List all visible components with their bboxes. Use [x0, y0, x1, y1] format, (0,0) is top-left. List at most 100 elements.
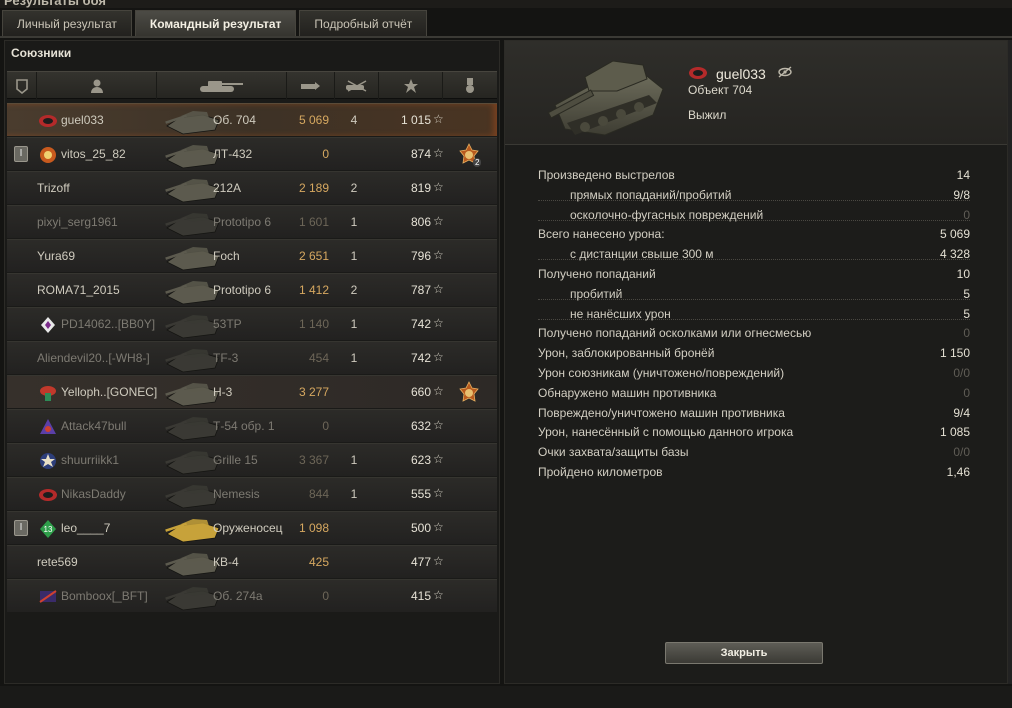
stat-value: 0: [963, 326, 970, 341]
stat-value: 5: [963, 286, 970, 301]
player-name: Aliendevil20..[-WH8-]: [37, 351, 150, 365]
stat-value: 1 150: [939, 346, 970, 361]
damage-value: 425: [308, 555, 329, 569]
vehicle-name: Оруженосец: [213, 521, 283, 535]
vehicle-name: КВ-4: [213, 555, 239, 569]
damage-value: 1 601: [298, 215, 329, 229]
player-row[interactable]: Bomboox[_BFT] Об. 274а 0 415 ☆: [7, 579, 497, 612]
vehicle-column-header[interactable]: [157, 72, 287, 99]
xp-star-icon: ☆: [433, 146, 444, 160]
player-name: ROMA71_2015: [37, 283, 120, 297]
player-row[interactable]: PD14062..[BB0Y] 53TP 1 140 1 742 ☆: [7, 307, 497, 340]
clan-emblem-icon: 13: [40, 520, 56, 538]
player-name: NikasDaddy: [61, 487, 126, 501]
stat-row: Пройдено километров 1,46: [538, 463, 970, 483]
stat-value: 4 328: [939, 247, 970, 262]
player-name: vitos_25_82: [61, 147, 126, 161]
xp-value: 796: [410, 249, 431, 263]
vehicle-name: ЛТ-432: [213, 147, 253, 161]
stat-row: Получено попаданий осколками или огнесме…: [538, 324, 970, 344]
vehicle-name: Prototipo 6: [213, 215, 272, 229]
stat-label: с дистанции свыше 300 м: [570, 247, 714, 262]
stat-row: с дистанции свыше 300 м 4 328: [538, 245, 970, 265]
xp-value: 806: [410, 215, 431, 229]
damage-value: 0: [322, 147, 329, 161]
player-row[interactable]: Trizoff 212А 2 189 2 819 ☆: [7, 171, 497, 204]
stat-row: прямых попаданий/пробитий 9/8: [538, 186, 970, 206]
stat-row: Урон, нанесённый с помощью данного игрок…: [538, 423, 970, 443]
window-title: Результаты боя: [4, 0, 106, 8]
vehicle-name: 53TP: [213, 317, 242, 331]
player-row[interactable]: shuurriikk1 Grille 15 3 367 1 623 ☆: [7, 443, 497, 476]
player-name: Trizoff: [37, 181, 70, 195]
tab-personal-result[interactable]: Личный результат: [2, 10, 132, 36]
player-row[interactable]: ROMA71_2015 Prototipo 6 1 412 2 787 ☆: [7, 273, 497, 306]
tab-team-result[interactable]: Командный результат: [134, 10, 297, 36]
squad-column-header[interactable]: [7, 72, 37, 99]
player-row[interactable]: pixyi_serg1961 Prototipo 6 1 601 1 806 ☆: [7, 205, 497, 238]
player-row[interactable]: NikasDaddy Nemesis 844 1 555 ☆: [7, 477, 497, 510]
player-name: Yelloph..[GONEC]: [61, 385, 158, 399]
clan-emblem-icon: [41, 317, 55, 333]
player-row[interactable]: guel033 Об. 704 5 069 4 1 015 ☆: [7, 103, 497, 136]
hidden-eye-icon[interactable]: [777, 66, 793, 78]
vehicle-image: [547, 60, 664, 136]
damage-value: 2 189: [298, 181, 329, 195]
xp-column-header[interactable]: ▼: [379, 70, 765, 99]
stat-label: прямых попаданий/пробитий: [570, 187, 732, 202]
medal-icon: [466, 77, 474, 93]
damage-value: 454: [308, 351, 329, 365]
squad-badge-icon: I: [14, 146, 28, 162]
xp-value: 660: [410, 385, 431, 399]
player-row[interactable]: Ivitos_25_82 ЛТ-432 0 874 ☆ 2: [7, 137, 497, 170]
kills-column-header[interactable]: [335, 72, 379, 99]
medal-icon[interactable]: [457, 381, 481, 405]
detail-header: guel033 Объект 704 Выжил: [505, 41, 1007, 145]
stat-value: 9/4: [953, 405, 970, 420]
player-name: Yura69: [37, 249, 76, 263]
xp-value: 555: [410, 487, 431, 501]
xp-star-icon: ☆: [433, 520, 444, 534]
stat-row: не нанёсших урон 5: [538, 305, 970, 325]
damage-value: 5 069: [298, 113, 329, 127]
clan-emblem-icon: [39, 590, 57, 603]
tank-icon: [199, 80, 243, 92]
player-name: Bomboox[_BFT]: [61, 589, 148, 603]
player-column-header[interactable]: [37, 72, 157, 99]
medal-column-header[interactable]: [443, 72, 497, 99]
xp-star-icon: ☆: [433, 112, 444, 126]
clan-emblem-icon: [39, 489, 57, 501]
damage-icon: [300, 81, 320, 90]
player-row[interactable]: rete569 КВ-4 425 477 ☆: [7, 545, 497, 578]
clan-emblem-icon: [39, 115, 57, 127]
xp-star-icon: ☆: [433, 384, 444, 398]
stat-label: Урон, нанесённый с помощью данного игрок…: [538, 425, 794, 440]
stat-value: 0: [963, 207, 970, 222]
player-row[interactable]: Yura69 Foch 2 651 1 796 ☆: [7, 239, 497, 272]
stat-value: 1 085: [939, 425, 970, 440]
clan-emblem-icon: [40, 147, 56, 163]
tab-bar: Личный результат Командный результат Под…: [2, 10, 430, 36]
player-row[interactable]: Attack47bull Т-54 обр. 1 0 632 ☆: [7, 409, 497, 442]
close-button[interactable]: Закрыть: [665, 642, 823, 664]
kills-value: 1: [350, 487, 358, 501]
tab-detailed-report[interactable]: Подробный отчёт: [299, 10, 428, 36]
player-row[interactable]: Aliendevil20..[-WH8-] TF-3 454 1 742 ☆: [7, 341, 497, 374]
player-name: pixyi_serg1961: [37, 215, 118, 229]
xp-value: 623: [410, 453, 431, 467]
window-scrollbar[interactable]: [1008, 40, 1012, 684]
xp-value: 742: [410, 351, 431, 365]
player-row[interactable]: Yelloph..[GONEC] Н-3 3 277 660 ☆: [7, 375, 497, 408]
player-row[interactable]: I 13 leo____7 Оруженосец 1 098 500 ☆: [7, 511, 497, 544]
vehicle-name: Prototipo 6: [213, 283, 272, 297]
xp-star-icon: ☆: [433, 316, 444, 330]
detail-stats-list: Произведено выстрелов 14 прямых попаданий/…: [538, 166, 970, 483]
stat-row: Урон, заблокированный бронёй 1 150: [538, 344, 970, 364]
tab-divider: [0, 36, 1012, 38]
damage-column-header[interactable]: [287, 72, 335, 99]
bottom-strip: [0, 686, 1012, 708]
xp-star-icon: ☆: [433, 282, 444, 296]
stat-row: Очки захвата/защиты базы 0/0: [538, 443, 970, 463]
stat-label: Урон, заблокированный бронёй: [538, 346, 715, 361]
vehicle-name: TF-3: [213, 351, 239, 365]
